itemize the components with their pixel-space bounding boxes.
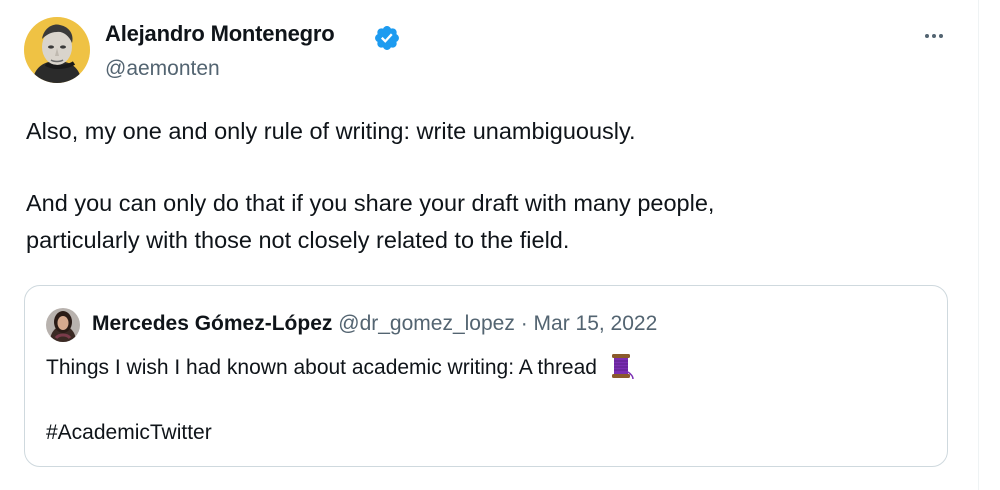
author-name[interactable]: Alejandro Montenegro [105, 21, 335, 47]
timeline-divider [978, 0, 979, 490]
author-avatar[interactable] [24, 17, 90, 83]
header-separator: · [520, 312, 528, 335]
tweet-text-line: Also, my one and only rule of writing: w… [26, 118, 636, 144]
author-handle[interactable]: @aemonten [105, 57, 220, 81]
quoted-author-handle[interactable]: @dr_gomez_lopez [338, 312, 515, 335]
quoted-author-name[interactable]: Mercedes Gómez-López [92, 312, 332, 335]
quoted-tweet-header: Mercedes Gómez-López @dr_gomez_lopez · M… [92, 312, 657, 336]
quoted-tweet-date[interactable]: Mar 15, 2022 [534, 312, 658, 335]
verified-badge-icon[interactable] [373, 24, 401, 52]
quoted-tweet-text: Things I wish I had known about academic… [46, 352, 635, 384]
quoted-author-avatar[interactable] [46, 308, 80, 342]
tweet-text-line: And you can only do that if you share yo… [26, 190, 715, 216]
spool-of-thread-icon [611, 354, 634, 380]
quoted-tweet-card[interactable]: Mercedes Gómez-López @dr_gomez_lopez · M… [24, 285, 948, 467]
more-options-icon-dot [932, 34, 936, 38]
more-options-button[interactable] [914, 22, 954, 50]
quoted-tweet-hashtag[interactable]: #AcademicTwitter [46, 417, 212, 449]
tweet-text: Also, my one and only rule of writing: w… [26, 113, 956, 259]
more-options-icon-dot [939, 34, 943, 38]
tweet[interactable]: Alejandro Montenegro @aemonten Also, my … [0, 0, 978, 490]
tweet-text-line: particularly with those not closely rela… [26, 227, 570, 253]
quoted-tweet-text-content: Things I wish I had known about academic… [46, 356, 597, 379]
more-options-icon [925, 34, 929, 38]
